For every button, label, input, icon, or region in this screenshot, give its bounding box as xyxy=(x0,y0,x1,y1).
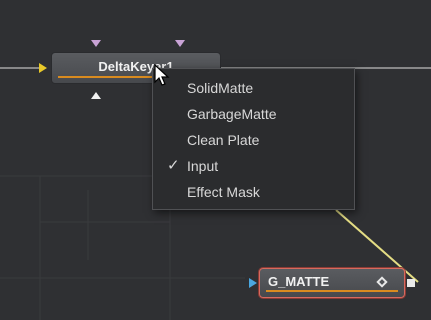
output-arrow-icon[interactable] xyxy=(91,92,101,99)
menu-item-label: Effect Mask xyxy=(187,184,260,200)
input-arrow-icon[interactable] xyxy=(39,63,47,73)
menu-item-input[interactable]: ✓ Input xyxy=(153,153,354,179)
node-status-bar xyxy=(266,290,398,292)
output-port-icon[interactable] xyxy=(407,279,415,287)
input-arrow-icon[interactable] xyxy=(249,278,257,288)
menu-item-label: SolidMatte xyxy=(187,80,254,96)
menu-item-solidmatte[interactable]: SolidMatte xyxy=(153,75,354,101)
menu-item-label: Input xyxy=(187,158,219,174)
context-menu: SolidMatte GarbageMatte Clean Plate ✓ In… xyxy=(152,68,355,210)
arrow-cursor-icon xyxy=(154,64,170,86)
menu-item-label: GarbageMatte xyxy=(187,106,277,122)
menu-item-label: Clean Plate xyxy=(187,132,260,148)
menu-item-clean-plate[interactable]: Clean Plate xyxy=(153,127,354,153)
mask-input-icon[interactable] xyxy=(91,40,101,47)
menu-item-garbagematte[interactable]: GarbageMatte xyxy=(153,101,354,127)
checkmark-icon: ✓ xyxy=(167,157,180,174)
node-editor-canvas[interactable]: DeltaKeyer1 G_MATTE SolidMatte GarbageMa… xyxy=(0,0,431,320)
mask-input-icon[interactable] xyxy=(175,40,185,47)
g-matte-node[interactable]: G_MATTE xyxy=(259,268,405,298)
menu-item-effect-mask[interactable]: Effect Mask xyxy=(153,179,354,205)
